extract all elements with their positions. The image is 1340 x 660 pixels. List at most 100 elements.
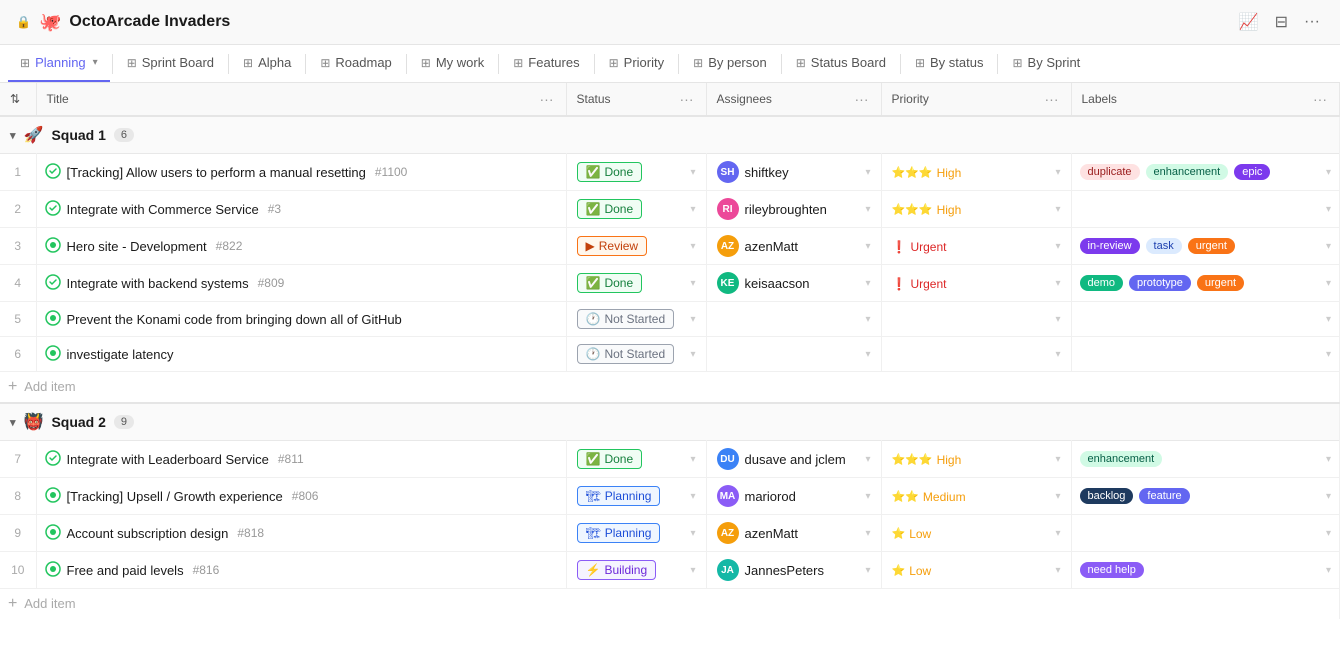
priority-cell[interactable]: ▾ xyxy=(881,337,1071,372)
assignees-arrow[interactable]: ▾ xyxy=(865,565,870,576)
status-cell[interactable]: ▶ Review ▾ xyxy=(566,228,706,265)
assignees-cell[interactable]: JA JannesPeters ▾ xyxy=(706,552,881,589)
status-arrow[interactable]: ▾ xyxy=(690,204,695,215)
title-cell[interactable]: Integrate with Commerce Service #3 xyxy=(36,191,566,228)
priority-cell[interactable]: ❗ Urgent ▾ xyxy=(881,265,1071,302)
table-row[interactable]: 1 [Tracking] Allow users to perform a ma… xyxy=(0,154,1340,191)
col-labels-more-btn[interactable]: ··· xyxy=(1311,91,1329,107)
assignees-cell[interactable]: ▾ xyxy=(706,337,881,372)
table-row[interactable]: 3 Hero site - Development #822 ▶ Review xyxy=(0,228,1340,265)
priority-arrow[interactable]: ▾ xyxy=(1055,278,1060,289)
title-cell[interactable]: investigate latency xyxy=(36,337,566,372)
labels-cell[interactable]: in-reviewtaskurgent ▾ xyxy=(1071,228,1340,265)
table-row[interactable]: 6 investigate latency 🕐 Not Started xyxy=(0,337,1340,372)
assignees-arrow[interactable]: ▾ xyxy=(865,167,870,178)
title-cell[interactable]: Integrate with Leaderboard Service #811 xyxy=(36,441,566,478)
assignees-cell[interactable]: DU dusave and jclem ▾ xyxy=(706,441,881,478)
assignees-cell[interactable]: ▾ xyxy=(706,302,881,337)
priority-cell[interactable]: ⭐⭐ Medium ▾ xyxy=(881,478,1071,515)
add-item-row-squad2[interactable]: + Add item xyxy=(0,589,1340,620)
assignees-cell[interactable]: MA mariorod ▾ xyxy=(706,478,881,515)
status-arrow[interactable]: ▾ xyxy=(690,454,695,465)
status-arrow[interactable]: ▾ xyxy=(690,278,695,289)
status-cell[interactable]: 🏗 Planning ▾ xyxy=(566,478,706,515)
assignees-arrow[interactable]: ▾ xyxy=(865,241,870,252)
labels-cell[interactable]: ▾ xyxy=(1071,337,1340,372)
assignees-arrow[interactable]: ▾ xyxy=(865,491,870,502)
tab-by-sprint[interactable]: ⊞ By Sprint xyxy=(1000,45,1092,82)
priority-arrow[interactable]: ▾ xyxy=(1055,167,1060,178)
priority-cell[interactable]: ⭐ Low ▾ xyxy=(881,552,1071,589)
sort-icon[interactable]: ⇅ xyxy=(10,92,20,106)
table-row[interactable]: 9 Account subscription design #818 🏗 Pla… xyxy=(0,515,1340,552)
table-row[interactable]: 10 Free and paid levels #816 ⚡ Building xyxy=(0,552,1340,589)
tab-by-status[interactable]: ⊞ By status xyxy=(903,45,996,82)
priority-arrow[interactable]: ▾ xyxy=(1055,241,1060,252)
status-cell[interactable]: 🏗 Planning ▾ xyxy=(566,515,706,552)
title-cell[interactable]: Prevent the Konami code from bringing do… xyxy=(36,302,566,337)
assignees-cell[interactable]: SH shiftkey ▾ xyxy=(706,154,881,191)
assignees-cell[interactable]: KE keisaacson ▾ xyxy=(706,265,881,302)
labels-cell[interactable]: demoprototypeurgent ▾ xyxy=(1071,265,1340,302)
col-assignees-more-btn[interactable]: ··· xyxy=(853,91,871,107)
status-arrow[interactable]: ▾ xyxy=(690,314,695,325)
labels-arrow[interactable]: ▾ xyxy=(1326,241,1331,252)
table-row[interactable]: 4 Integrate with backend systems #809 ✅ … xyxy=(0,265,1340,302)
tab-my-work[interactable]: ⊞ My work xyxy=(409,45,496,82)
title-cell[interactable]: Account subscription design #818 xyxy=(36,515,566,552)
labels-cell[interactable]: enhancement ▾ xyxy=(1071,441,1340,478)
tab-features[interactable]: ⊞ Features xyxy=(501,45,591,82)
add-item-row-squad1[interactable]: + Add item xyxy=(0,372,1340,404)
assignees-cell[interactable]: AZ azenMatt ▾ xyxy=(706,515,881,552)
more-button[interactable]: ··· xyxy=(1300,9,1324,35)
assignees-arrow[interactable]: ▾ xyxy=(865,314,870,325)
priority-arrow[interactable]: ▾ xyxy=(1055,491,1060,502)
labels-arrow[interactable]: ▾ xyxy=(1326,167,1331,178)
priority-arrow[interactable]: ▾ xyxy=(1055,314,1060,325)
add-item-cell[interactable]: + Add item xyxy=(0,589,1340,620)
tab-status-board[interactable]: ⊞ Status Board xyxy=(784,45,898,82)
grid-button[interactable]: ⊟ xyxy=(1271,8,1292,36)
table-row[interactable]: 2 Integrate with Commerce Service #3 ✅ D… xyxy=(0,191,1340,228)
priority-arrow[interactable]: ▾ xyxy=(1055,565,1060,576)
status-cell[interactable]: ✅ Done ▾ xyxy=(566,441,706,478)
add-item-cell[interactable]: + Add item xyxy=(0,372,1340,404)
status-arrow[interactable]: ▾ xyxy=(690,491,695,502)
priority-cell[interactable]: ▾ xyxy=(881,302,1071,337)
col-status-more-btn[interactable]: ··· xyxy=(678,91,696,107)
priority-arrow[interactable]: ▾ xyxy=(1055,204,1060,215)
assignees-arrow[interactable]: ▾ xyxy=(865,454,870,465)
status-cell[interactable]: ✅ Done ▾ xyxy=(566,191,706,228)
tab-sprint-board[interactable]: ⊞ Sprint Board xyxy=(115,45,226,82)
labels-arrow[interactable]: ▾ xyxy=(1326,204,1331,215)
assignees-arrow[interactable]: ▾ xyxy=(865,204,870,215)
status-arrow[interactable]: ▾ xyxy=(690,349,695,360)
labels-arrow[interactable]: ▾ xyxy=(1326,454,1331,465)
tab-planning[interactable]: ⊞ Planning ▾ xyxy=(8,45,110,82)
priority-arrow[interactable]: ▾ xyxy=(1055,454,1060,465)
priority-arrow[interactable]: ▾ xyxy=(1055,349,1060,360)
priority-cell[interactable]: ❗ Urgent ▾ xyxy=(881,228,1071,265)
assignees-arrow[interactable]: ▾ xyxy=(865,349,870,360)
status-cell[interactable]: ✅ Done ▾ xyxy=(566,265,706,302)
status-arrow[interactable]: ▾ xyxy=(690,167,695,178)
labels-arrow[interactable]: ▾ xyxy=(1326,278,1331,289)
table-row[interactable]: 5 Prevent the Konami code from bringing … xyxy=(0,302,1340,337)
title-cell[interactable]: Free and paid levels #816 xyxy=(36,552,566,589)
status-cell[interactable]: ✅ Done ▾ xyxy=(566,154,706,191)
labels-arrow[interactable]: ▾ xyxy=(1326,528,1331,539)
title-cell[interactable]: Integrate with backend systems #809 xyxy=(36,265,566,302)
title-cell[interactable]: [Tracking] Upsell / Growth experience #8… xyxy=(36,478,566,515)
labels-cell[interactable]: ▾ xyxy=(1071,302,1340,337)
labels-arrow[interactable]: ▾ xyxy=(1326,349,1331,360)
tab-alpha[interactable]: ⊞ Alpha xyxy=(231,45,303,82)
status-arrow[interactable]: ▾ xyxy=(690,241,695,252)
labels-cell[interactable]: ▾ xyxy=(1071,191,1340,228)
table-row[interactable]: 7 Integrate with Leaderboard Service #81… xyxy=(0,441,1340,478)
status-cell[interactable]: ⚡ Building ▾ xyxy=(566,552,706,589)
labels-cell[interactable]: ▾ xyxy=(1071,515,1340,552)
status-arrow[interactable]: ▾ xyxy=(690,528,695,539)
col-priority-more-btn[interactable]: ··· xyxy=(1043,91,1061,107)
priority-cell[interactable]: ⭐⭐⭐ High ▾ xyxy=(881,191,1071,228)
labels-arrow[interactable]: ▾ xyxy=(1326,314,1331,325)
